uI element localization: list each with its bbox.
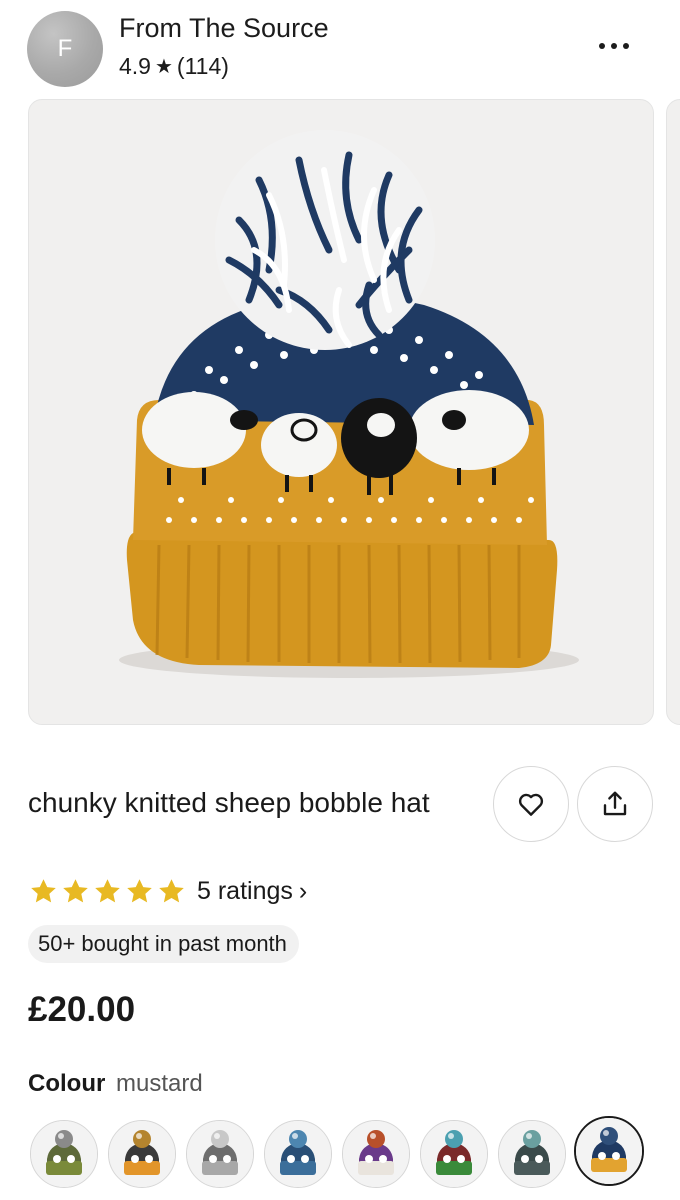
hat-thumbnail-icon bbox=[265, 1121, 331, 1187]
ratings-link[interactable]: 5 ratings › bbox=[28, 872, 307, 910]
more-dot bbox=[611, 43, 617, 49]
shop-review-count: (114) bbox=[176, 53, 229, 79]
product-title: chunky knitted sheep bobble hat bbox=[28, 787, 430, 818]
star-icon bbox=[63, 878, 88, 902]
rating-stars bbox=[28, 876, 187, 907]
colour-swatch[interactable] bbox=[30, 1120, 98, 1188]
bought-badge: 50+ bought in past month bbox=[28, 925, 299, 963]
product-price: £20.00 bbox=[28, 990, 136, 1029]
colour-swatch[interactable] bbox=[574, 1116, 644, 1186]
product-image[interactable] bbox=[28, 99, 654, 725]
shop-header: F From The Source 4.9 ★ (114) bbox=[0, 0, 680, 98]
chevron-right-icon: › bbox=[298, 876, 308, 905]
colour-swatch[interactable] bbox=[264, 1120, 332, 1188]
shop-avatar[interactable]: F bbox=[27, 11, 103, 87]
colour-label: Colour bbox=[28, 1070, 106, 1097]
bobble-hat-image bbox=[119, 130, 579, 678]
hat-thumbnail-icon bbox=[187, 1121, 253, 1187]
more-options-button[interactable] bbox=[588, 30, 640, 62]
colour-selected-value: mustard bbox=[116, 1070, 203, 1097]
hat-thumbnail-icon bbox=[31, 1121, 97, 1187]
shop-rating-value: 4.9 bbox=[119, 53, 151, 79]
hat-thumbnail-icon bbox=[576, 1118, 642, 1184]
star-icon bbox=[31, 878, 56, 902]
hat-thumbnail-icon bbox=[343, 1121, 409, 1187]
star-icon bbox=[159, 878, 184, 902]
next-image-preview[interactable] bbox=[666, 99, 680, 725]
shop-name[interactable]: From The Source bbox=[119, 13, 329, 44]
more-horizontal-icon bbox=[599, 43, 605, 49]
share-button[interactable] bbox=[577, 766, 653, 842]
colour-swatch[interactable] bbox=[186, 1120, 254, 1188]
more-dot bbox=[623, 43, 629, 49]
star-icon bbox=[127, 878, 152, 902]
heart-icon bbox=[518, 793, 544, 816]
colour-swatch[interactable] bbox=[108, 1120, 176, 1188]
hat-thumbnail-icon bbox=[421, 1121, 487, 1187]
colour-swatch[interactable] bbox=[342, 1120, 410, 1188]
ratings-count: 5 ratings bbox=[197, 876, 293, 905]
colour-swatches bbox=[30, 1116, 660, 1190]
star-icon bbox=[95, 878, 120, 902]
share-icon bbox=[603, 791, 627, 816]
favorite-button[interactable] bbox=[493, 766, 569, 842]
shop-rating: 4.9 ★ (114) bbox=[119, 53, 229, 80]
star-icon: ★ bbox=[154, 56, 173, 78]
listing-page: F From The Source 4.9 ★ (114) chunky kni… bbox=[0, 0, 680, 1200]
colour-selector-label: Colour mustard bbox=[28, 1070, 203, 1098]
hat-thumbnail-icon bbox=[499, 1121, 565, 1187]
hat-thumbnail-icon bbox=[109, 1121, 175, 1187]
colour-swatch[interactable] bbox=[420, 1120, 488, 1188]
colour-swatch[interactable] bbox=[498, 1120, 566, 1188]
